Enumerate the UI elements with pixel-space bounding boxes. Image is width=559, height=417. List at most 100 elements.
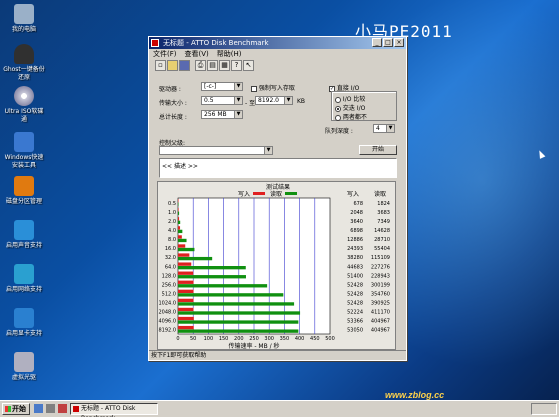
bar-write [178,199,179,203]
bar-read [178,202,179,206]
radio-button[interactable] [335,96,341,103]
category-label: 8192.0 [159,328,177,334]
context-help-icon[interactable]: ↖ [243,60,254,71]
maximize-button[interactable]: □ [383,38,393,47]
quick-launch-icon[interactable] [58,404,67,413]
write-value-label: 52224 [347,310,363,316]
start-button[interactable]: 开始 [359,145,397,155]
radio-button[interactable] [335,114,341,121]
desktop-icon-windows-install[interactable]: Windows快速安装工具 [2,132,46,170]
desktop-icon-display[interactable]: 启用显卡支持 [2,308,46,338]
read-value-label: 404967 [371,328,390,334]
bar-read [178,284,268,288]
partition-icon [14,176,34,196]
menu-file[interactable]: 文件(F) [153,49,177,59]
start-menu-button[interactable]: 开始 [2,403,30,415]
force-write-option[interactable]: 强制写入存取 [251,83,295,92]
bar-write [178,280,194,284]
x-tick-label: 150 [219,336,229,342]
read-value-label: 404967 [371,319,390,325]
desktop-icon-sound[interactable]: 启用声音支持 [2,220,46,250]
menu-help[interactable]: 帮助(H) [217,49,242,59]
read-value-label: 354760 [371,291,390,297]
write-value-label: 53366 [347,319,363,325]
sheet-icon[interactable]: ▦ [219,60,230,71]
write-value-label: 6898 [350,228,363,234]
bar-read [178,256,213,261]
read-value-label: 227276 [371,264,390,270]
x-tick-label: 300 [264,336,274,342]
window-titlebar[interactable]: 无标题 - ATTO Disk Benchmark _ □ × [149,37,406,49]
open-icon[interactable] [167,60,178,71]
print-icon[interactable]: ⎙ [195,60,206,71]
queue-depth-select[interactable]: 4 ▼ [373,124,395,133]
bar-write [178,244,186,248]
bar-write [178,316,194,321]
quick-launch-icon[interactable] [46,404,55,413]
bar-read [178,247,195,252]
drive-select[interactable]: [-c-] ▼ [201,82,243,91]
drive-value: [-c-] [204,83,217,90]
bar-write [178,253,190,257]
bar-write [178,307,194,312]
transfer-unit: KB [297,98,306,105]
transfer-to-select[interactable]: 8192.0 ▼ [255,96,293,105]
desktop-icon-ghost[interactable]: Ghost一键备份还原 [2,44,46,82]
desktop-icon-network[interactable]: 启用网络支持 [2,264,46,294]
desktop-icon-label: Ultra ISO软碟通 [4,108,44,123]
display-icon [14,308,34,328]
chevron-down-icon: ▼ [234,111,242,118]
category-label: 8.0 [168,237,176,243]
desktop-icon-ultraiso[interactable]: Ultra ISO软碟通 [2,86,46,124]
preview-icon[interactable]: ▤ [207,60,218,71]
watermark: www.zblog.cc [385,390,445,400]
transfer-label: 传输大小 : [159,100,187,107]
help-icon[interactable]: ? [231,60,242,71]
force-write-label: 强制写入存取 [258,85,295,92]
close-button[interactable]: × [394,38,404,47]
write-value-label: 2048 [350,210,363,216]
description-box[interactable]: << 描述 >> [159,158,397,178]
radio-neither[interactable]: 两者都不 [335,112,367,121]
desktop-icon-label: 启用显卡支持 [5,330,42,337]
bar-read [178,329,299,333]
controlled-by-select[interactable]: ▼ [159,146,273,155]
taskbar-item-atto[interactable]: 无标题 - ATTO Disk Benchmark [70,403,158,417]
read-value-label: 55404 [374,246,390,252]
total-length-select[interactable]: 256 MB ▼ [201,110,243,119]
transfer-from-select[interactable]: 0.5 ▼ [201,96,243,105]
write-value-label: 3640 [350,219,363,225]
desktop-icon-virtual-drive[interactable]: 虚拟光驱 [2,352,46,382]
bar-write [178,217,180,221]
legend-read-swatch [285,192,297,195]
radio-io-compare[interactable]: I/O 比较 [335,94,365,103]
quick-launch-icon[interactable] [34,404,43,413]
legend-write-swatch [253,192,265,195]
read-value-label: 228943 [371,273,390,279]
new-icon[interactable]: ▫ [155,60,166,71]
category-label: 1.0 [168,210,176,216]
disc-icon [14,86,34,106]
desktop-icon-my-computer[interactable]: 我的电脑 [2,4,46,34]
transfer-to-value: 8192.0 [258,97,279,104]
save-icon[interactable] [179,60,190,71]
category-label: 4.0 [168,228,176,234]
queue-depth-value: 4 [376,125,380,132]
desktop-icon-partition[interactable]: 磁盘分区管理 [2,176,46,206]
app-icon [151,39,159,47]
read-value-label: 14628 [374,228,390,234]
bar-read [178,275,246,279]
minimize-button[interactable]: _ [372,38,382,47]
desktop-icon-label: 启用声音支持 [5,242,42,249]
radio-button[interactable] [335,105,341,112]
bar-read [178,211,180,215]
category-label: 4096.0 [159,319,177,325]
force-write-checkbox[interactable] [251,85,257,92]
category-label: 1024.0 [159,301,177,307]
x-tick-label: 400 [295,336,305,342]
menu-view[interactable]: 查看(V) [185,49,209,59]
radio-overlapped-io[interactable]: 交迭 I/O [335,103,365,112]
read-value-label: 390925 [371,301,390,307]
bar-read [178,293,284,297]
ghost-icon [14,44,34,64]
